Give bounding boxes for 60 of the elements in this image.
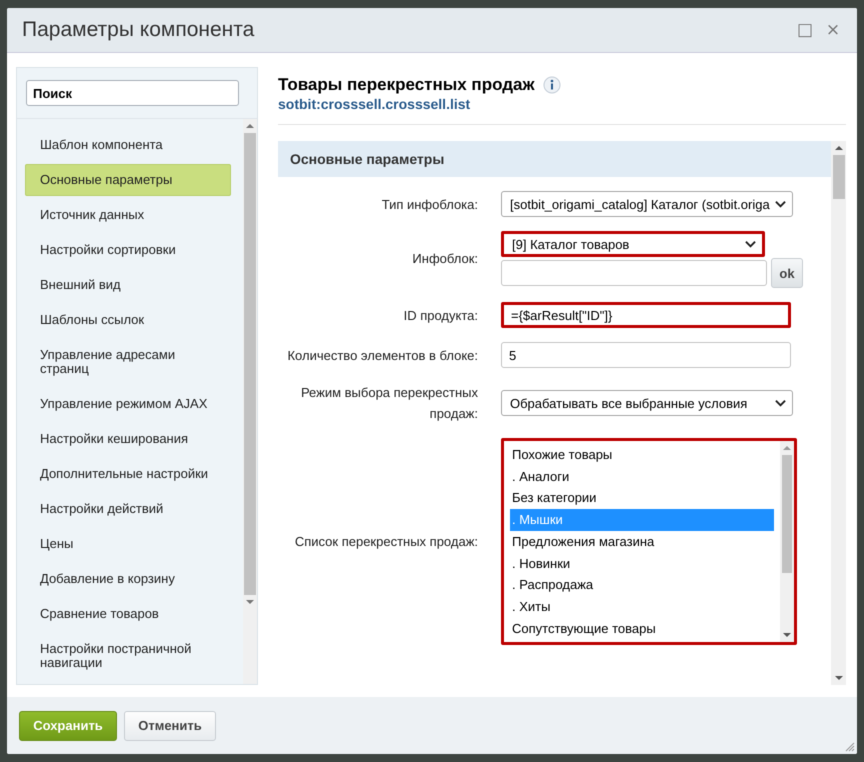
sidebar-item[interactable]: Сравнение товаров xyxy=(25,598,231,630)
list-option[interactable]: . Распродажа xyxy=(510,574,774,596)
sidebar-item[interactable]: Цены xyxy=(25,528,231,560)
maximize-button[interactable]: □ xyxy=(795,20,815,40)
scroll-down-icon[interactable] xyxy=(246,599,254,605)
scrollbar[interactable] xyxy=(243,119,257,684)
scrollbar[interactable] xyxy=(831,141,846,685)
sidebar-item[interactable]: Внешний вид xyxy=(25,269,231,301)
field-label: ID продукта: xyxy=(402,306,479,325)
list-option[interactable]: Похожие товары xyxy=(510,444,774,466)
field-label: Количество элементов в блоке: xyxy=(286,346,479,364)
scrollbar-thumb[interactable] xyxy=(244,133,256,595)
chevron-down-icon[interactable] xyxy=(775,200,786,208)
ok-button[interactable]: ok xyxy=(771,258,803,288)
list-option[interactable]: Сопутствующие товары xyxy=(510,618,774,640)
list-option[interactable]: Предложения магазина xyxy=(510,530,774,553)
dropdown[interactable]: [sotbit_origami_catalog] Каталог (sotbit.origa xyxy=(501,191,793,217)
scroll-down-icon[interactable] xyxy=(783,632,791,638)
list-option[interactable]: . Хиты xyxy=(510,596,774,618)
dropdown[interactable]: Обрабатывать все выбранные условия xyxy=(501,390,793,416)
scroll-up-icon[interactable] xyxy=(834,145,842,151)
component-code: sotbit:crosssell.crosssell.list xyxy=(278,96,846,125)
sidebar-item[interactable]: Настройки постраничной навигации xyxy=(25,633,231,679)
field-label: Инфоблок: xyxy=(411,250,479,268)
scroll-down-icon[interactable] xyxy=(834,675,842,681)
section-header: Основные параметры xyxy=(278,141,831,177)
sidebar-item[interactable]: Основные параметры xyxy=(25,164,231,196)
chevron-down-icon[interactable] xyxy=(775,399,786,407)
list-option[interactable]: Без категории xyxy=(510,487,774,510)
field-label: Режим выбора перекрестных продаж: xyxy=(300,384,479,423)
sidebar-item[interactable]: Настройки кеширования xyxy=(25,423,231,455)
search-field[interactable]: Поиск xyxy=(26,80,239,106)
field-label: Тип инфоблока: xyxy=(380,196,479,214)
scroll-up-icon[interactable] xyxy=(246,123,254,129)
resize-grip-icon[interactable] xyxy=(845,742,855,752)
info-icon[interactable] xyxy=(542,76,561,94)
sidebar-item[interactable]: Добавление в корзину xyxy=(25,563,231,595)
scrollbar-thumb[interactable] xyxy=(832,155,844,199)
input-field[interactable]: 5 xyxy=(501,342,791,368)
sidebar-item[interactable]: Управление режимом AJAX xyxy=(25,388,231,420)
component-title: Товары перекрестных продаж xyxy=(278,75,535,95)
input-field[interactable] xyxy=(501,260,767,286)
scrollbar-thumb[interactable] xyxy=(782,455,792,573)
sidebar-item[interactable]: Настройки сортировки xyxy=(25,234,231,266)
chevron-down-icon[interactable] xyxy=(745,240,756,248)
input-field[interactable]: ={$arResult["ID"]} xyxy=(501,302,791,328)
cancel-button[interactable]: Отменить xyxy=(124,710,216,740)
sidebar-item[interactable]: Шаблон компонента xyxy=(25,129,231,161)
dropdown[interactable]: [9] Каталог товаров xyxy=(501,231,765,257)
sidebar-item[interactable]: Источник данных xyxy=(25,199,231,231)
list-option[interactable]: . Новинки xyxy=(510,552,774,574)
sidebar-item[interactable]: Шаблоны ссылок xyxy=(25,304,231,336)
window-title: Параметры компонента xyxy=(22,18,254,42)
sidebar-item[interactable]: Настройки действий xyxy=(25,493,231,525)
sidebar-item[interactable]: Дополнительные настройки xyxy=(25,458,231,490)
sidebar-item[interactable]: Управление адресами страниц xyxy=(25,339,231,385)
field-label: Список перекрестных продаж: xyxy=(294,533,479,551)
list-option[interactable]: . Аналоги xyxy=(510,466,774,488)
close-button[interactable]: × xyxy=(823,20,843,40)
list-box[interactable]: Похожие товары . Аналоги Без категории . Мышки Предложения магазина . Новинки . Распродажа . Хиты Сопутствующие товары xyxy=(501,438,797,645)
